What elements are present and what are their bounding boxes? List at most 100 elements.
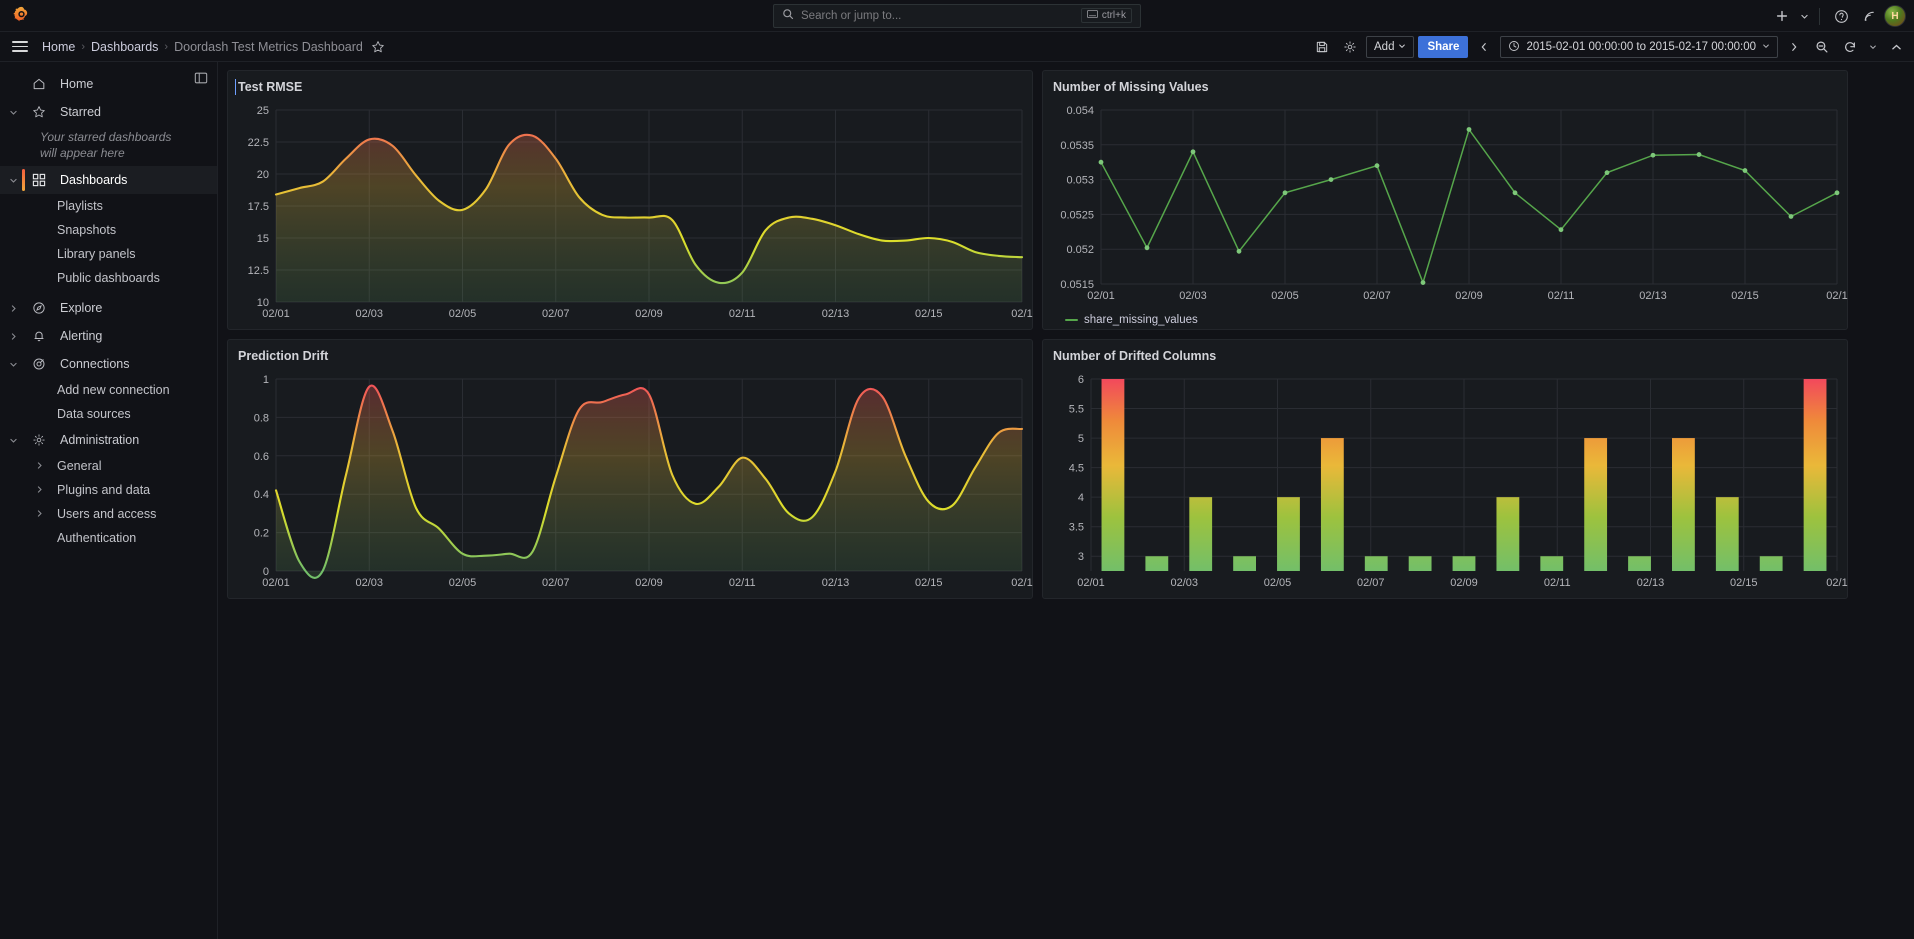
legend-swatch xyxy=(1065,319,1078,321)
sidebar-navigation: Home Starred Your starred dashboards wil… xyxy=(0,62,218,939)
breadcrumb-item-home[interactable]: Home xyxy=(42,40,75,54)
panel-title[interactable]: Test RMSE xyxy=(228,78,1032,96)
sidebar-subitem-label: Add new connection xyxy=(57,383,170,397)
save-icon[interactable] xyxy=(1310,35,1334,59)
add-button[interactable]: Add xyxy=(1366,36,1415,58)
svg-text:02/05: 02/05 xyxy=(1264,577,1292,589)
plus-icon[interactable] xyxy=(1769,3,1795,29)
time-next-button[interactable] xyxy=(1782,35,1806,59)
svg-text:02/15: 02/15 xyxy=(1731,290,1759,302)
topbar-actions: H xyxy=(1769,0,1906,32)
svg-text:02/05: 02/05 xyxy=(449,308,477,320)
svg-text:17.5: 17.5 xyxy=(248,201,269,213)
help-circle-icon[interactable] xyxy=(1828,3,1854,29)
refresh-interval-caret-icon[interactable] xyxy=(1866,35,1880,59)
sidebar-item-label: Home xyxy=(60,77,94,91)
grafana-logo-icon[interactable] xyxy=(6,1,36,31)
svg-text:25: 25 xyxy=(257,105,269,117)
svg-text:20: 20 xyxy=(257,169,269,181)
chart-prediction-drift[interactable]: 0 0.2 0.4 0.6 0.8 1 02/01 02/03 02/05 02/07 02/09 0… xyxy=(228,365,1033,598)
breadcrumb-item-dashboards[interactable]: Dashboards xyxy=(91,40,158,54)
avatar[interactable]: H xyxy=(1884,5,1906,27)
chevron-down-icon[interactable] xyxy=(1797,3,1811,29)
breadcrumb-item-current: Doordash Test Metrics Dashboard xyxy=(174,39,363,54)
panel-title[interactable]: Number of Missing Values xyxy=(1043,78,1847,96)
gear-icon[interactable] xyxy=(1338,35,1362,59)
sidebar-item-alerting[interactable]: Alerting xyxy=(0,322,217,350)
chevron-right-icon[interactable] xyxy=(35,461,44,472)
svg-text:5.5: 5.5 xyxy=(1069,404,1084,416)
svg-text:02/1: 02/1 xyxy=(1011,308,1032,320)
svg-text:3: 3 xyxy=(1078,551,1084,563)
svg-text:02/11: 02/11 xyxy=(1544,577,1571,589)
sidebar-item-plugins-and-data[interactable]: Plugins and data xyxy=(0,478,217,502)
time-prev-button[interactable] xyxy=(1472,35,1496,59)
sidebar-item-data-sources[interactable]: Data sources xyxy=(0,402,217,426)
connections-icon xyxy=(26,357,52,371)
share-button[interactable]: Share xyxy=(1418,36,1469,58)
sidebar-subitem-label: General xyxy=(57,459,102,473)
chevron-right-icon[interactable] xyxy=(35,485,44,496)
dashboards-grid-icon xyxy=(26,173,52,187)
sidebar-item-explore[interactable]: Explore xyxy=(0,294,217,322)
svg-text:0.6: 0.6 xyxy=(254,451,269,463)
chevron-right-icon[interactable] xyxy=(0,332,26,341)
chart-test-rmse[interactable]: 10 12.5 15 17.5 20 22.5 25 02/01 02/03 02/05 02/07… xyxy=(228,96,1033,329)
sidebar-item-home[interactable]: Home xyxy=(0,70,217,98)
svg-text:02/11: 02/11 xyxy=(1548,290,1575,302)
sidebar-item-starred[interactable]: Starred xyxy=(0,98,217,126)
sidebar-item-public-dashboards[interactable]: Public dashboards xyxy=(0,266,217,290)
rss-icon[interactable] xyxy=(1856,3,1882,29)
collapse-toolbar-icon[interactable] xyxy=(1884,35,1908,59)
refresh-icon[interactable] xyxy=(1838,35,1862,59)
svg-text:02/09: 02/09 xyxy=(635,577,663,589)
hamburger-menu-icon[interactable] xyxy=(8,35,32,59)
sidebar-item-dashboards[interactable]: Dashboards xyxy=(0,166,217,194)
svg-text:02/03: 02/03 xyxy=(1179,290,1207,302)
sidebar-item-administration[interactable]: Administration xyxy=(0,426,217,454)
chart-drifted-columns[interactable]: 3 3.5 4 4.5 5 5.5 6 02/01 02/03 02/05 02/07 02/09 02… xyxy=(1043,365,1848,598)
divider xyxy=(1819,7,1820,25)
svg-text:6: 6 xyxy=(1078,374,1084,386)
chart-missing-values[interactable]: 0.0515 0.052 0.0525 0.053 0.0535 0.054 02/01 02… xyxy=(1043,96,1847,311)
sidebar-subitem-label: Library panels xyxy=(57,247,136,261)
toolbar-actions: Add Share 2015-02-01 00:00:00 to 2015-02… xyxy=(1310,32,1908,62)
svg-text:02/09: 02/09 xyxy=(635,308,663,320)
keyboard-icon xyxy=(1086,10,1098,21)
panel-title[interactable]: Prediction Drift xyxy=(228,347,1032,365)
sidebar-item-playlists[interactable]: Playlists xyxy=(0,194,217,218)
sidebar-item-add-new-connection[interactable]: Add new connection xyxy=(0,378,217,402)
star-outline-icon[interactable] xyxy=(371,40,385,54)
legend-label[interactable]: share_missing_values xyxy=(1084,314,1198,326)
chevron-down-icon xyxy=(1762,41,1770,53)
search-input[interactable]: Search or jump to... ctrl+k xyxy=(773,3,1141,28)
svg-text:02/01: 02/01 xyxy=(1087,290,1115,302)
chevron-down-icon[interactable] xyxy=(0,360,26,369)
sidebar-subitem-label: Authentication xyxy=(57,531,137,545)
chevron-down-icon[interactable] xyxy=(0,108,26,117)
chevron-down-icon[interactable] xyxy=(0,176,26,185)
sidebar-item-library-panels[interactable]: Library panels xyxy=(0,242,217,266)
svg-text:22.5: 22.5 xyxy=(248,137,269,149)
sidebar-item-users-and-access[interactable]: Users and access xyxy=(0,502,217,526)
zoom-out-icon[interactable] xyxy=(1810,35,1834,59)
dashboard-toolbar: Home › Dashboards › Doordash Test Metric… xyxy=(0,32,1914,62)
sidebar-item-general[interactable]: General xyxy=(0,454,217,478)
sidebar-item-authentication[interactable]: Authentication xyxy=(0,526,217,550)
panel-title[interactable]: Number of Drifted Columns xyxy=(1043,347,1847,365)
sidebar-item-snapshots[interactable]: Snapshots xyxy=(0,218,217,242)
breadcrumb: Home › Dashboards › Doordash Test Metric… xyxy=(42,40,363,54)
sidebar-subitem-label: Snapshots xyxy=(57,223,117,237)
gear-icon xyxy=(26,433,52,447)
chevron-right-icon[interactable] xyxy=(0,304,26,313)
sidebar-item-label: Alerting xyxy=(60,329,103,343)
svg-text:02/07: 02/07 xyxy=(542,577,570,589)
time-range-picker[interactable]: 2015-02-01 00:00:00 to 2015-02-17 00:00:… xyxy=(1500,36,1778,58)
chevron-right-icon[interactable] xyxy=(35,509,44,520)
svg-text:4: 4 xyxy=(1078,492,1084,504)
breadcrumb-separator: › xyxy=(81,40,86,53)
sidebar-item-connections[interactable]: Connections xyxy=(0,350,217,378)
search-icon xyxy=(782,8,794,23)
chevron-down-icon[interactable] xyxy=(0,436,26,445)
svg-text:02/11: 02/11 xyxy=(729,577,756,589)
